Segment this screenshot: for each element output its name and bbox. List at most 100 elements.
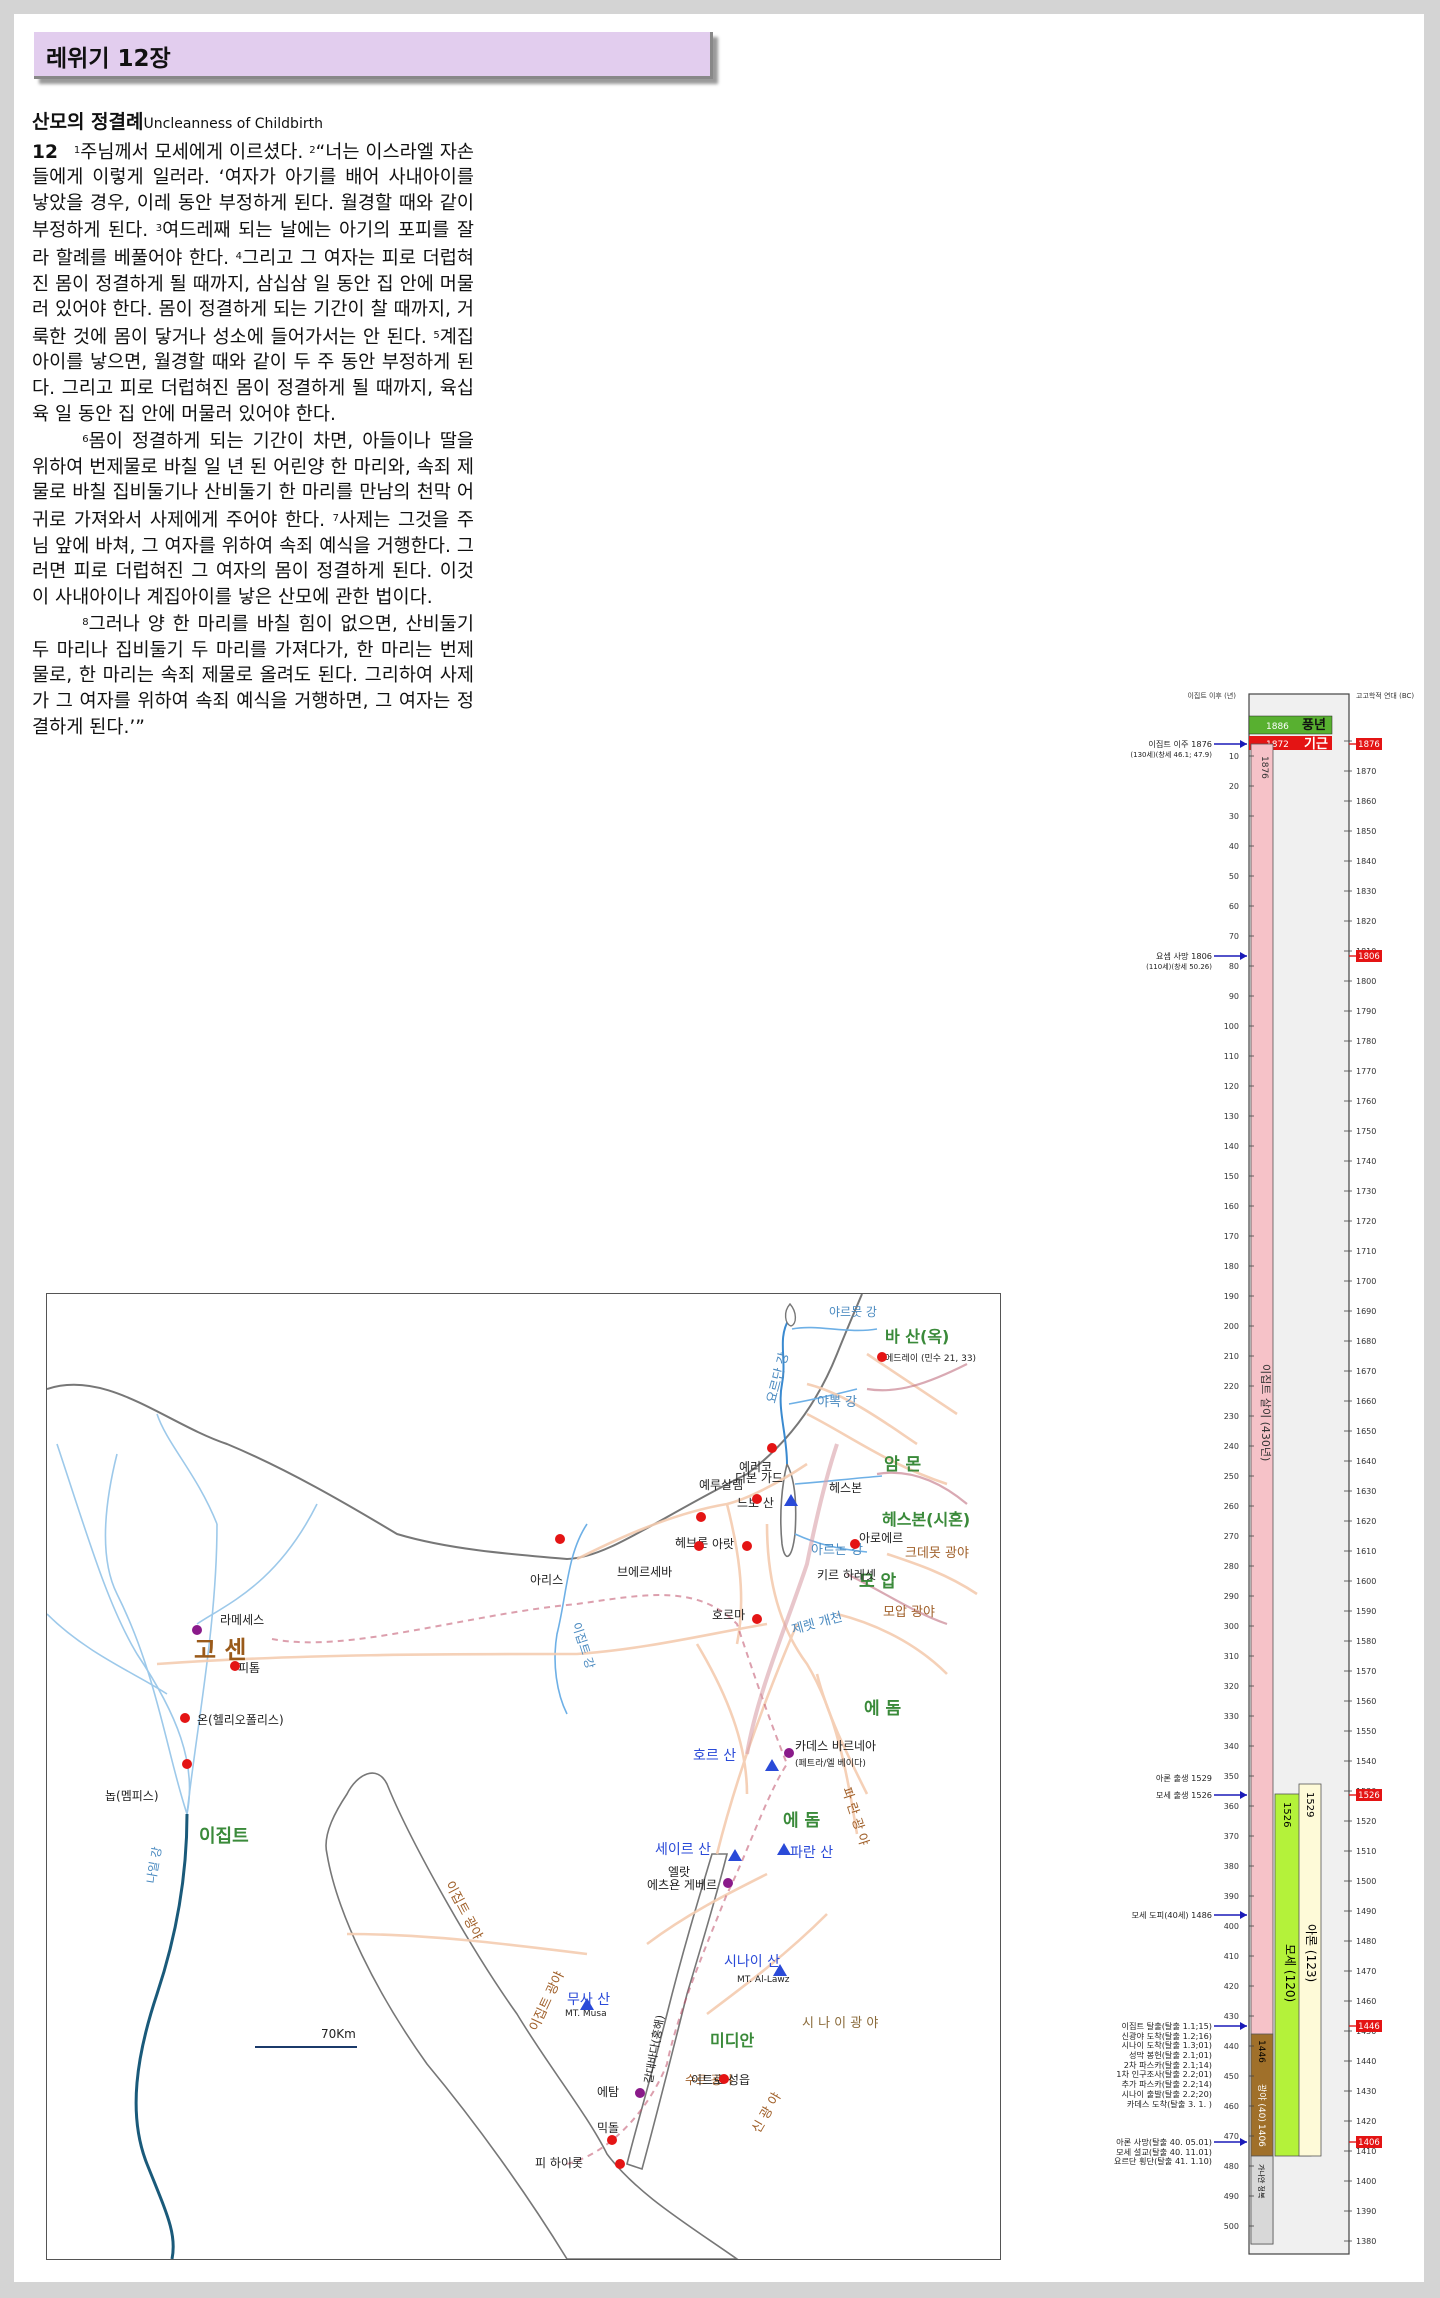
timeline-right-tick-label: 1560 (1356, 1697, 1376, 1706)
timeline-col-left-label: 이집트 이후 (년) (1187, 691, 1236, 700)
timeline-year-badge-label: 1876 (1358, 740, 1380, 750)
timeline-event-label: 요르단 횡단(탈출 41. 1.10) (1114, 2156, 1212, 2166)
map-place-label: 아리스 (530, 1573, 563, 1587)
timeline-right-tick-label: 1780 (1356, 1037, 1376, 1046)
map-place-label: 키르 하레셋 (817, 1568, 876, 1582)
map-place-label: 디본 가드 (735, 1471, 783, 1485)
page: 레위기 12장 산모의 정결례Uncleanness of Childbirth… (14, 14, 1424, 2282)
map-city-marker (752, 1494, 762, 1504)
map-place-label: 아랏 (712, 1537, 734, 1551)
map-region-label: 크데못 광야 (905, 1546, 969, 1561)
timeline-right-tick-label: 1400 (1356, 2177, 1376, 2186)
timeline-event-label: 모세 도피(40세) 1486 (1131, 1910, 1212, 1920)
map-place-label: 엘랏 (668, 1865, 690, 1879)
timeline-event-label: 이집트 탈출(탈출 1.1;15) (1121, 2021, 1212, 2031)
sea-of-galilee (784, 1302, 797, 1327)
map-place-label: 에드레이 (민수 21, 33) (885, 1353, 976, 1364)
famine2-label: 기근 (1304, 737, 1328, 752)
timeline-year-badge-label: 1526 (1358, 1791, 1380, 1801)
timeline-left-tick-label: 420 (1224, 1982, 1239, 1991)
timeline-right-tick-label: 1630 (1356, 1487, 1376, 1496)
timeline-right-tick-label: 1710 (1356, 1247, 1376, 1256)
map-city-marker (182, 1759, 192, 1769)
timeline-arrow-head (1240, 740, 1247, 748)
map-place-label: 호르마 (712, 1608, 745, 1622)
timeline-right-tick-label: 1480 (1356, 1937, 1376, 1946)
canaan-label: 가나안 정복 (1257, 2164, 1266, 2199)
timeline-event-label: 모세 출생 1526 (1156, 1790, 1212, 1800)
timeline-left-tick-label: 40 (1229, 842, 1239, 851)
aaron-start: 1529 (1304, 1792, 1315, 1817)
timeline-left-tick-label: 380 (1224, 1862, 1239, 1871)
timeline-arrow-head (1240, 952, 1247, 960)
timeline-left-tick-label: 80 (1229, 962, 1239, 971)
timeline-right-tick-label: 1490 (1356, 1907, 1376, 1916)
nile-delta (47, 1413, 318, 1815)
timeline-right-tick-label: 1500 (1356, 1877, 1376, 1886)
timeline-right-tick-label: 1390 (1356, 2207, 1376, 2216)
map-region-label: 신 광 야 (749, 2090, 784, 2136)
eastern-rivers (554, 1326, 883, 1715)
map-city-marker (694, 1541, 704, 1551)
verse-text: 주님께서 모세에게 이르셨다. (80, 141, 310, 163)
timeline-right-tick-label: 1670 (1356, 1367, 1376, 1376)
map-city-marker (607, 2135, 617, 2145)
timeline-right-tick-label: 1750 (1356, 1127, 1376, 1136)
map-place-label: MT. Al-Lawz (737, 1975, 790, 1985)
timeline-left-tick-label: 70 (1229, 932, 1239, 941)
timeline-right-tick-label: 1760 (1356, 1097, 1376, 1106)
timeline-left-tick-label: 360 (1224, 1802, 1239, 1811)
timeline-left-tick-label: 290 (1224, 1592, 1239, 1601)
timeline-right-tick-label: 1730 (1356, 1187, 1376, 1196)
map-city-marker (555, 1534, 565, 1544)
timeline-chart: 이집트 이후 (년) 고고학적 연대 (BC) 1886 풍년 1872 기근 … (1114, 691, 1414, 2255)
map-city-marker (752, 1614, 762, 1624)
timeline-event-label: 아론 출생 1529 (1156, 1773, 1212, 1783)
timeline-right-tick-label: 1580 (1356, 1637, 1376, 1646)
chapter-title-box: 레위기 12장 (34, 32, 713, 79)
map-river-label: 야뽁 강 (817, 1395, 857, 1410)
map-place-label: 온(헬리오폴리스) (197, 1713, 284, 1727)
map-region-label: 파 란 광 야 (838, 1786, 871, 1848)
timeline-right-tick-label: 1470 (1356, 1967, 1376, 1976)
timeline-left-tick-label: 440 (1224, 2042, 1239, 2051)
timeline-left-tick-label: 250 (1224, 1472, 1239, 1481)
timeline-left-tick-label: 10 (1229, 752, 1239, 761)
timeline-right-tick-label: 1420 (1356, 2117, 1376, 2126)
timeline-event-label: 아론 사망(탈출 40. 05.01) (1116, 2137, 1212, 2147)
timeline-event-label: 1차 인구조사(탈출 2.2;01) (1116, 2069, 1212, 2079)
map-river-label: 이집트 강 (569, 1621, 597, 1671)
timeline-event-label: 추가 파스카(탈출 2.2;14) (1121, 2079, 1212, 2089)
timeline-right-tick-label: 1590 (1356, 1607, 1376, 1616)
timeline-arrow-head (1240, 1791, 1247, 1799)
timeline-left-tick-label: 470 (1224, 2132, 1239, 2141)
timeline-right-tick-label: 1510 (1356, 1847, 1376, 1856)
map-mountain-marker (777, 1843, 791, 1855)
timeline-year-badge-label: 1406 (1358, 2138, 1380, 2148)
map-city-marker (784, 1748, 794, 1758)
timeline-col-right-label: 고고학적 연대 (BC) (1356, 691, 1414, 700)
timeline-left-tick-label: 230 (1224, 1412, 1239, 1421)
timeline-right-tick-label: 1620 (1356, 1517, 1376, 1526)
timeline-left-tick-label: 210 (1224, 1352, 1239, 1361)
timeline-right-tick-label: 1690 (1356, 1307, 1376, 1316)
timeline-left-tick-label: 60 (1229, 902, 1239, 911)
map-region-label: 모압 광야 (883, 1605, 935, 1620)
aaron-label: 아론 (123) (1304, 1924, 1318, 1982)
timeline-right-tick-label: 1550 (1356, 1727, 1376, 1736)
map-city-marker (635, 2088, 645, 2098)
map-city-marker (767, 1443, 777, 1453)
map-region-label: 바 산(옥) (885, 1327, 949, 1346)
timeline-year-badge-label: 1806 (1358, 952, 1380, 962)
timeline-left-tick-label: 430 (1224, 2012, 1239, 2021)
moses-start: 1526 (1281, 1802, 1292, 1827)
timeline-left-tick-label: 150 (1224, 1172, 1239, 1181)
timeline-left-tick-label: 100 (1224, 1022, 1239, 1031)
timeline-right-tick-label: 1680 (1356, 1337, 1376, 1346)
map-city-marker (742, 1541, 752, 1551)
timeline-left-tick-label: 320 (1224, 1682, 1239, 1691)
timeline-left-tick-label: 260 (1224, 1502, 1239, 1511)
map-mountain-marker (765, 1759, 779, 1771)
timeline-left-tick-label: 270 (1224, 1532, 1239, 1541)
timeline-event-label: 성막 봉헌(탈출 2.1;01) (1129, 2050, 1212, 2060)
